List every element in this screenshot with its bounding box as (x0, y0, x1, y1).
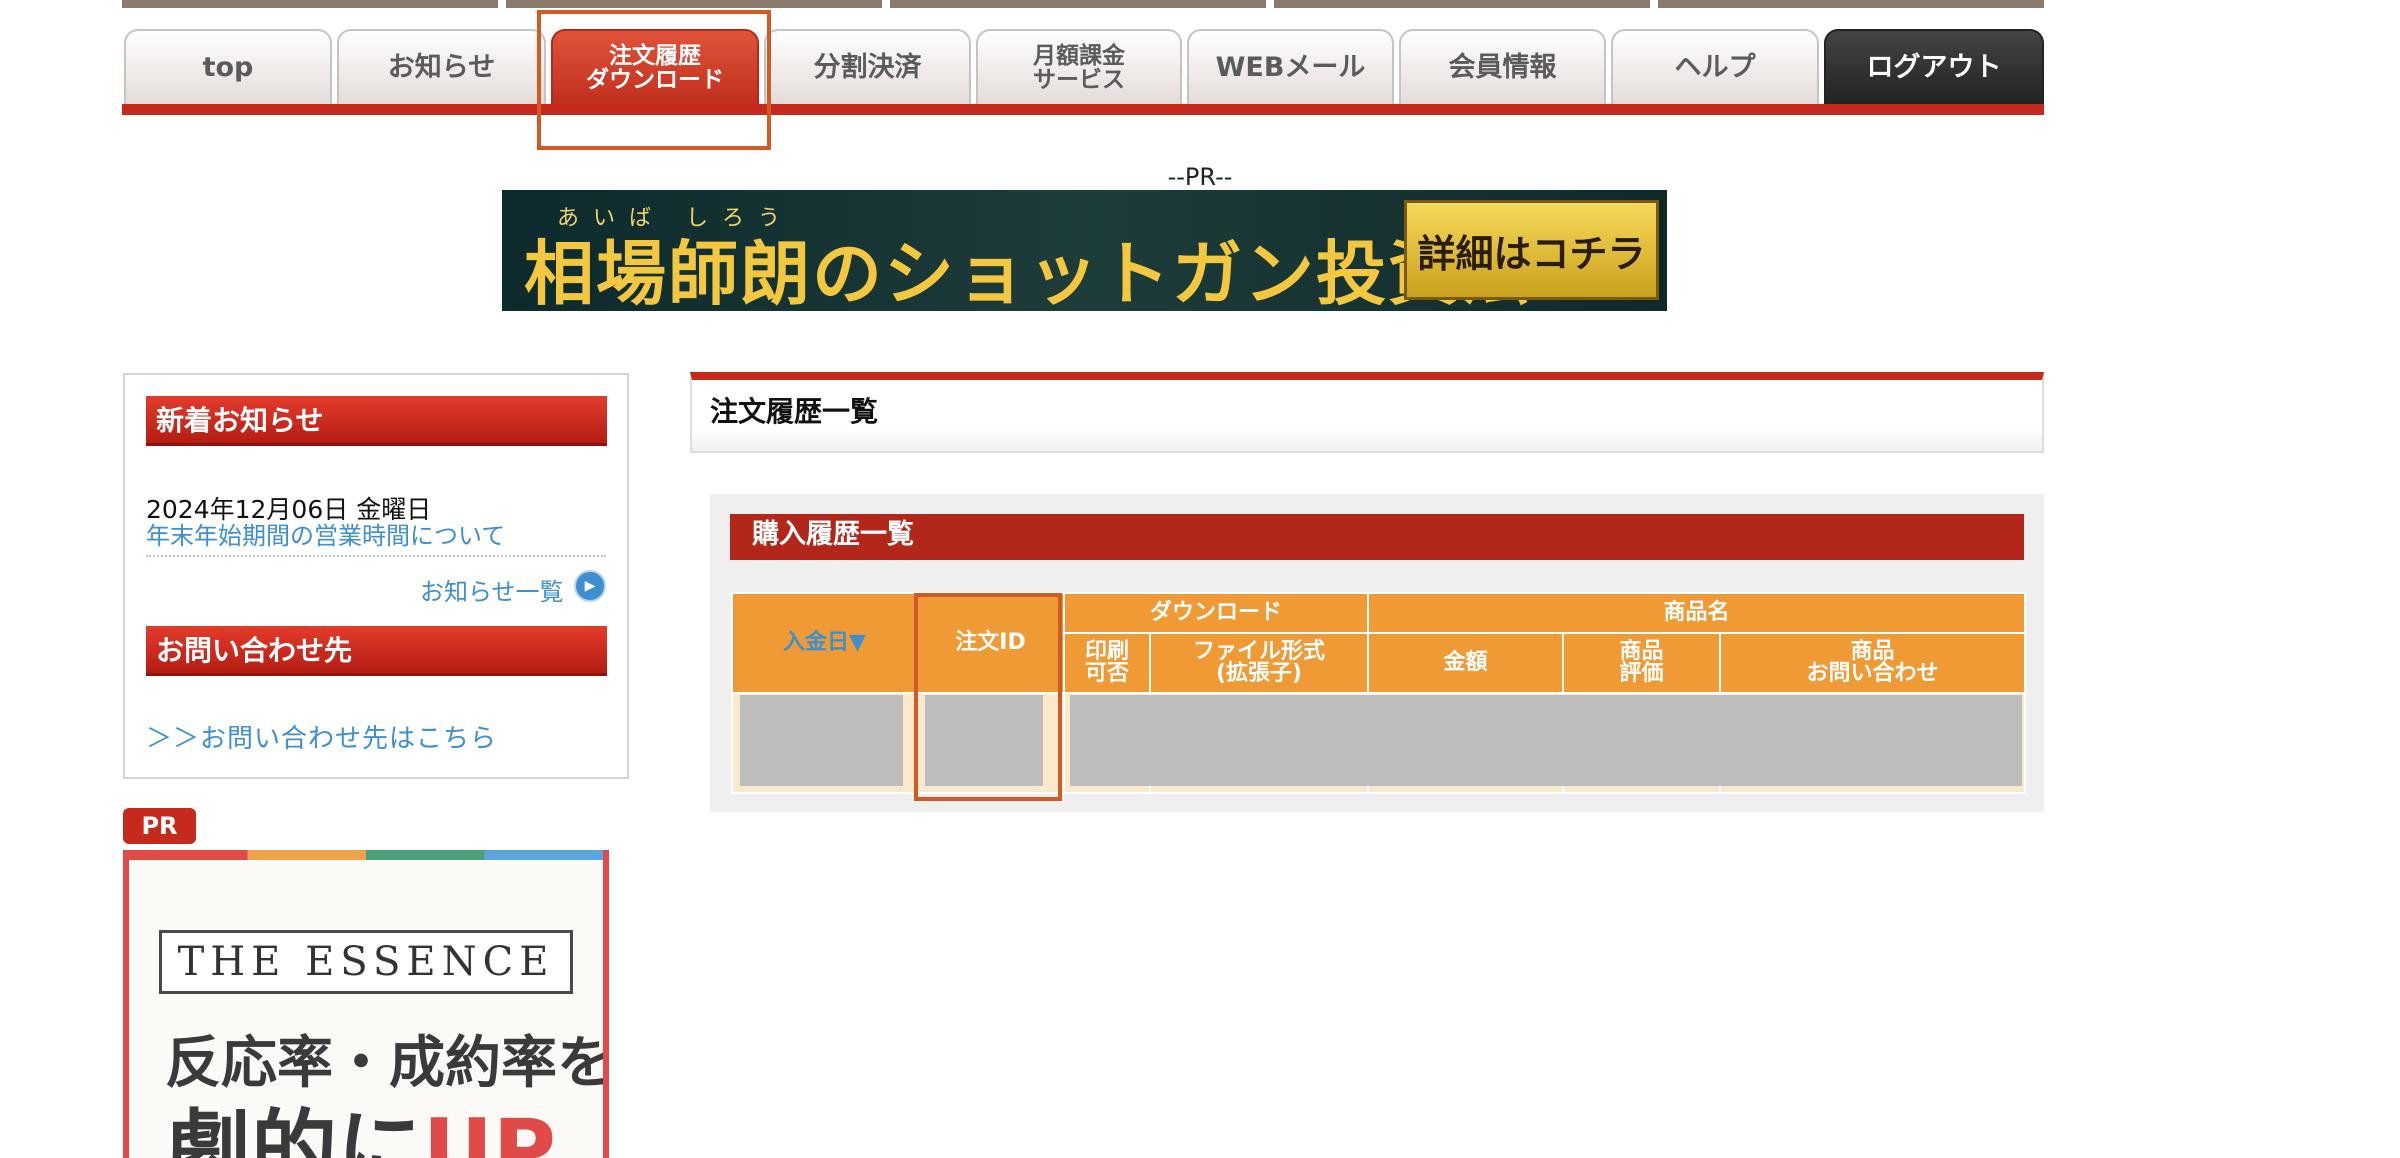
tab-member-info[interactable]: 会員情報 (1399, 29, 1606, 105)
tab-help[interactable]: ヘルプ (1611, 29, 1819, 105)
ad-line2-up: UP (423, 1101, 556, 1158)
ad-color-strip (129, 850, 603, 860)
contact-link[interactable]: ＞＞お問い合わせ先はこちら (146, 718, 497, 755)
tab-news[interactable]: お知らせ (337, 29, 546, 105)
top-strip (1658, 0, 2044, 8)
panel-heading: 購入履歴一覧 (730, 514, 2024, 560)
col-header-inquiry: 商品 お問い合わせ (1719, 632, 2027, 694)
main-header-box (690, 372, 2044, 453)
redaction-mask (740, 695, 903, 786)
tab-monthly-billing[interactable]: 月額課金 サービス (976, 29, 1182, 105)
col-header-format: ファイル形式 (拡張子) (1148, 632, 1370, 694)
news-heading: 新着お知らせ (146, 396, 607, 446)
top-strip (506, 0, 882, 8)
highlight-box (537, 10, 771, 150)
tab-logout[interactable]: ログアウト (1824, 29, 2044, 105)
ad-line2-prefix: 劇的に (165, 1101, 423, 1158)
top-strip (122, 0, 498, 8)
pr-label: --PR-- (1167, 163, 1233, 191)
essence-ad[interactable]: THE ESSENCE 反応率・成約率を 劇的にUP (123, 850, 609, 1158)
nav-underline (122, 104, 2044, 115)
ad-line2: 劇的にUP (165, 1080, 556, 1158)
news-all-link[interactable]: お知らせ一覧 (420, 572, 564, 607)
contact-heading: お問い合わせ先 (146, 626, 607, 676)
redaction-mask (1070, 695, 2022, 786)
col-header-product-name: 商品名 (1367, 592, 2027, 634)
banner-detail-button[interactable]: 詳細はコチラ (1404, 200, 1659, 300)
highlight-box (914, 593, 1062, 801)
top-strip (1274, 0, 1650, 8)
col-header-amount: 金額 (1367, 632, 1565, 694)
ad-essence-title: THE ESSENCE (159, 930, 573, 994)
col-header-download: ダウンロード (1062, 592, 1370, 634)
tab-label: お知らせ (387, 51, 496, 83)
arrow-right-icon[interactable]: ▶ (574, 570, 606, 602)
tab-webmail[interactable]: WEBメール (1187, 29, 1394, 105)
tab-label: WEBメール (1215, 51, 1366, 83)
col-header-print: 印刷 可否 (1063, 632, 1151, 694)
banner-title: 相場師朗のショットガン投資法 (524, 233, 1532, 311)
tab-label: top (202, 51, 254, 83)
news-link[interactable]: 年末年始期間の営業時間について (146, 516, 606, 557)
tab-top[interactable]: top (124, 29, 332, 105)
page-title: 注文履歴一覧 (710, 395, 879, 428)
col-header-date[interactable]: 入金日▼ (731, 592, 918, 694)
tab-label: 月額課金 サービス (1033, 42, 1125, 93)
tab-label: 会員情報 (1448, 51, 1557, 83)
pr-banner[interactable]: あいば しろう 相場師朗のショットガン投資法 詳細はコチラ (502, 190, 1667, 311)
tab-label: ログアウト (1866, 51, 2002, 83)
top-strip (890, 0, 1266, 8)
col-header-rating: 商品 評価 (1562, 632, 1722, 694)
pr-badge: PR (123, 808, 196, 844)
tab-label: 分割決済 (813, 51, 922, 83)
tab-label: ヘルプ (1674, 51, 1756, 83)
tab-split-payment[interactable]: 分割決済 (764, 29, 971, 105)
